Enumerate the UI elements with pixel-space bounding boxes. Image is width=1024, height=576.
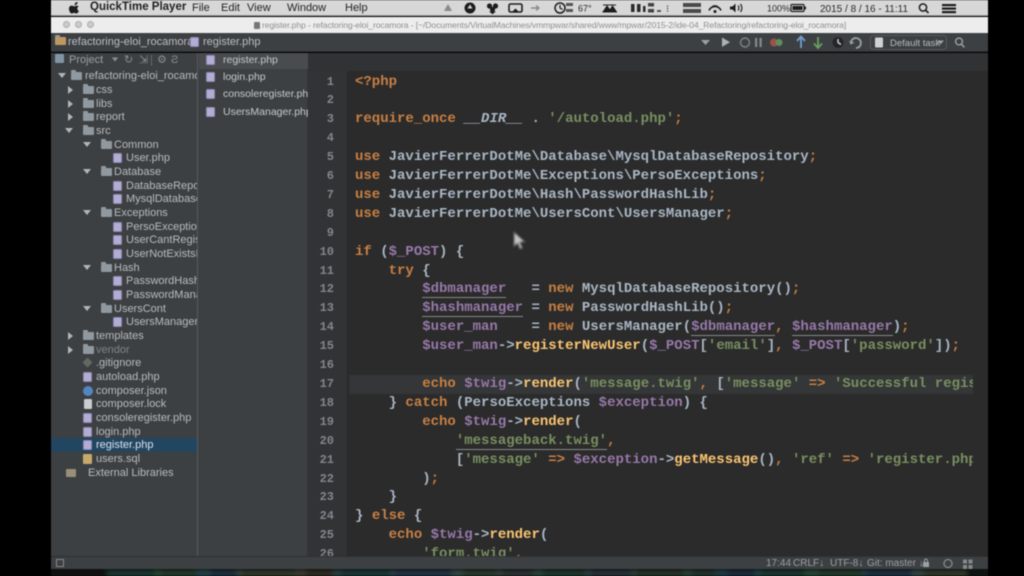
svg-text:2015 / 8 / 16 - 11:11: 2015 / 8 / 16 - 11:11 (820, 4, 908, 15)
svg-text:67°: 67° (578, 4, 592, 14)
svg-text:100%: 100% (767, 4, 790, 14)
svg-text:⁝: ⁝ (666, 4, 669, 15)
